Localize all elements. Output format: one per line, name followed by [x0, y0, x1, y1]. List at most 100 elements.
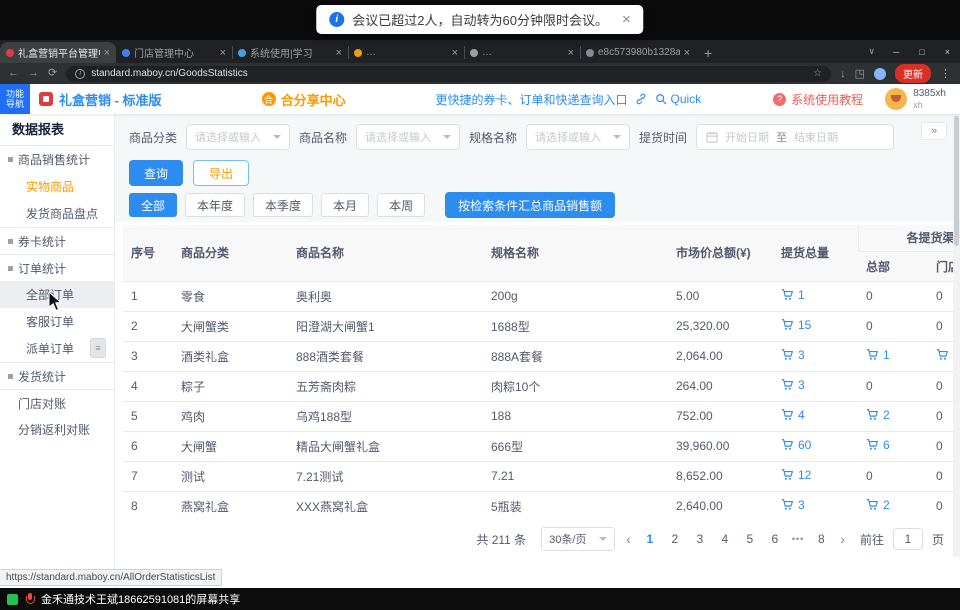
- extensions-icon[interactable]: ◳: [855, 67, 865, 80]
- minimize-button[interactable]: ─: [883, 40, 909, 63]
- browser-tab[interactable]: 系统使用|学习×: [232, 42, 348, 63]
- reload-icon[interactable]: ⟳: [48, 68, 57, 79]
- sidebar-item-delivery-stats[interactable]: 发货统计: [0, 362, 114, 389]
- share-center-link[interactable]: 合 合分享中心: [262, 90, 346, 109]
- close-window-button[interactable]: ×: [935, 40, 960, 63]
- toast-close-icon[interactable]: ×: [622, 12, 631, 27]
- period-tab-quarter[interactable]: 本季度: [253, 193, 313, 217]
- filter-collapse-button[interactable]: »: [921, 122, 947, 140]
- tab-close-icon[interactable]: ×: [568, 47, 574, 59]
- tab-close-icon[interactable]: ×: [220, 47, 226, 59]
- browser-tab[interactable]: 礼盒营销平台管理中心×: [0, 42, 116, 63]
- goods-table: 序号 商品分类 商品名称 规格名称 市场价总额(¥) 提货总量 各提货渠 总部 …: [123, 225, 953, 515]
- maximize-button[interactable]: □: [909, 40, 934, 63]
- filter-select-category[interactable]: 请选择或输入: [186, 124, 290, 150]
- col-spec: 规格名称: [483, 225, 668, 281]
- pickup-count-link[interactable]: 6: [866, 438, 890, 452]
- filter-label-spec-name: 规格名称: [469, 129, 517, 146]
- pickup-count-link[interactable]: 2: [866, 408, 890, 422]
- browser-menu-icon[interactable]: ⋮: [940, 67, 952, 80]
- tab-close-icon[interactable]: ×: [452, 47, 458, 59]
- back-icon[interactable]: ←: [8, 68, 19, 79]
- browser-tab[interactable]: 门店管理中心×: [116, 42, 232, 63]
- chevron-down-icon: [273, 135, 281, 139]
- vertical-scrollbar[interactable]: [953, 114, 960, 557]
- goto-page-input[interactable]: [893, 528, 923, 550]
- period-tab-all[interactable]: 全部: [129, 193, 177, 217]
- prev-page-icon[interactable]: ‹: [624, 532, 633, 546]
- forward-icon[interactable]: →: [28, 68, 39, 79]
- tab-close-icon[interactable]: ×: [336, 47, 342, 59]
- cart-icon: [866, 498, 879, 511]
- scrollbar-thumb[interactable]: [954, 116, 959, 246]
- summary-by-filter-button[interactable]: 按检索条件汇总商品销售额: [445, 192, 615, 218]
- pickup-count-link[interactable]: 12: [781, 468, 811, 482]
- table-cell: 肉粽10个: [483, 371, 668, 401]
- page-number-1[interactable]: 1: [642, 532, 658, 546]
- site-info-icon[interactable]: i: [75, 69, 85, 79]
- browser-update-badge[interactable]: 更新: [895, 64, 931, 83]
- browser-tab[interactable]: …×: [348, 42, 464, 63]
- sidebar-item-all-orders[interactable]: 全部订单: [0, 281, 114, 308]
- export-button[interactable]: 导出: [193, 160, 249, 186]
- period-tab-month[interactable]: 本月: [321, 193, 369, 217]
- pickup-count-link[interactable]: 1: [781, 288, 805, 302]
- pickup-count-link[interactable]: 1: [866, 348, 890, 362]
- function-nav-toggle[interactable]: 功能 导航: [0, 84, 30, 114]
- tab-favicon: [6, 49, 14, 57]
- page-number-5[interactable]: 5: [742, 532, 758, 546]
- tab-search-icon[interactable]: ∨: [860, 46, 883, 57]
- tab-close-icon[interactable]: ×: [104, 47, 110, 59]
- sidebar-item-label: 订单统计: [18, 260, 66, 277]
- pickup-count-link[interactable]: 3: [781, 498, 805, 512]
- filter-label-goods-name: 商品名称: [299, 129, 347, 146]
- sidebar-item-shipment-goods-check[interactable]: 发货商品盘点: [0, 200, 114, 227]
- browser-tab[interactable]: …×: [464, 42, 580, 63]
- col-store: 门店: [928, 251, 953, 281]
- pickup-count-link[interactable]: 60: [781, 438, 811, 452]
- table-cell: [928, 341, 953, 371]
- sidebar-item-coupon-card-stats[interactable]: 券卡统计: [0, 227, 114, 254]
- col-amount: 市场价总额(¥): [668, 225, 773, 281]
- browser-tab[interactable]: e8c573980b1328a258fd2e6f×: [580, 42, 696, 63]
- pickup-count-link[interactable]: [936, 348, 953, 361]
- sidebar-item-order-stats[interactable]: 订单统计: [0, 254, 114, 281]
- pickup-count-link[interactable]: 3: [781, 348, 805, 362]
- browser-profile-avatar[interactable]: [874, 68, 886, 80]
- sidebar-item-store-reconciliation[interactable]: 门店对账: [0, 389, 114, 416]
- date-range-picker[interactable]: 开始日期 至 结束日期: [696, 124, 894, 150]
- tutorial-link[interactable]: ? 系统使用教程: [773, 91, 863, 108]
- period-tab-year[interactable]: 本年度: [185, 193, 245, 217]
- next-page-icon[interactable]: ›: [838, 532, 847, 546]
- page-number-4[interactable]: 4: [717, 532, 733, 546]
- search-button[interactable]: 查询: [129, 160, 183, 186]
- page-number-8[interactable]: 8: [813, 532, 829, 546]
- page-number-2[interactable]: 2: [667, 532, 683, 546]
- sidebar-collapse-handle[interactable]: ≡: [90, 338, 106, 358]
- page-number-6[interactable]: 6: [767, 532, 783, 546]
- address-bar[interactable]: i standard.maboy.cn/GoodsStatistics ☆: [66, 66, 831, 82]
- new-tab-button[interactable]: +: [696, 42, 720, 63]
- quick-link[interactable]: Quick: [670, 92, 701, 106]
- page-number-3[interactable]: 3: [692, 532, 708, 546]
- page-size-select[interactable]: 30条/页: [541, 527, 615, 551]
- bookmark-star-icon[interactable]: ☆: [813, 68, 822, 79]
- sidebar-item-distribution-rebate[interactable]: 分销返利对账: [0, 416, 114, 443]
- sidebar-item-physical-goods[interactable]: 实物商品: [0, 173, 114, 200]
- table-cell: 5: [123, 401, 173, 431]
- user-subname: xh: [913, 100, 946, 110]
- period-tab-week[interactable]: 本周: [377, 193, 425, 217]
- pickup-count-link[interactable]: 4: [781, 408, 805, 422]
- sidebar-item-goods-sales-stats[interactable]: 商品销售统计: [0, 146, 114, 173]
- downloads-icon[interactable]: ↓: [840, 68, 846, 80]
- page-ellipsis[interactable]: •••: [792, 534, 804, 544]
- pickup-count-link[interactable]: 15: [781, 318, 811, 332]
- user-menu[interactable]: 8385xh xh: [885, 88, 946, 110]
- sidebar-item-service-orders[interactable]: 客服订单: [0, 308, 114, 335]
- tab-close-icon[interactable]: ×: [684, 47, 690, 59]
- filter-select-goods-name[interactable]: 请选择或输入: [356, 124, 460, 150]
- pickup-count-link[interactable]: 2: [866, 498, 890, 512]
- pickup-count-link[interactable]: 3: [781, 378, 805, 392]
- tab-favicon: [470, 49, 478, 57]
- filter-select-spec-name[interactable]: 请选择或输入: [526, 124, 630, 150]
